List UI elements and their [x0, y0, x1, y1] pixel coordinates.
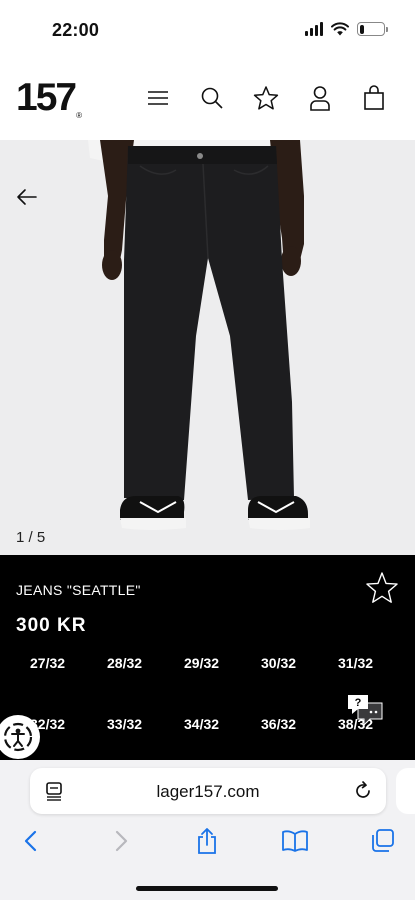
- size-option[interactable]: 30/32: [261, 655, 296, 671]
- accessibility-icon[interactable]: [0, 715, 40, 759]
- product-name: JEANS "SEATTLE": [16, 582, 141, 598]
- star-icon[interactable]: [252, 84, 280, 112]
- size-option[interactable]: 31/32: [338, 655, 373, 671]
- search-icon[interactable]: [198, 84, 226, 112]
- arrow-left-icon[interactable]: [14, 184, 40, 210]
- product-image-gallery[interactable]: 1 / 5: [0, 140, 415, 555]
- size-option[interactable]: 27/32: [30, 655, 65, 671]
- address-bar[interactable]: lager157.com: [30, 768, 386, 814]
- safari-toolbar: [0, 824, 415, 864]
- chat-help-icon[interactable]: ?: [346, 693, 384, 727]
- header-icons: [144, 84, 388, 112]
- tabs-icon[interactable]: [368, 826, 398, 856]
- size-option[interactable]: 28/32: [107, 655, 142, 671]
- size-option[interactable]: 33/32: [107, 716, 142, 732]
- status-icons: [305, 22, 388, 36]
- svg-text:?: ?: [355, 697, 362, 709]
- status-time: 22:00: [52, 20, 100, 40]
- product-info-panel: JEANS "SEATTLE" 300 KR 27/32 28/32 29/32…: [0, 555, 415, 760]
- brand-logo[interactable]: 157®: [16, 76, 82, 120]
- next-tab-preview[interactable]: [396, 768, 415, 814]
- site-header: 157®: [0, 62, 415, 140]
- size-option[interactable]: 36/32: [261, 716, 296, 732]
- user-icon[interactable]: [306, 84, 334, 112]
- size-option[interactable]: 29/32: [184, 655, 219, 671]
- battery-icon: [357, 22, 388, 36]
- home-indicator: [136, 886, 278, 891]
- image-counter: 1 / 5: [16, 529, 46, 546]
- size-option[interactable]: 34/32: [184, 716, 219, 732]
- star-outline-icon[interactable]: [365, 571, 399, 605]
- url-text: lager157.com: [156, 782, 260, 801]
- status-bar: 22:00: [0, 0, 415, 62]
- browser-toolbar: lager157.com: [0, 760, 415, 900]
- signal-icon: [305, 22, 323, 36]
- reload-icon[interactable]: [352, 780, 374, 802]
- share-icon[interactable]: [192, 826, 222, 856]
- product-price: 300 KR: [16, 615, 87, 636]
- bookmarks-icon[interactable]: [280, 826, 310, 856]
- bag-icon[interactable]: [360, 84, 388, 112]
- product-photo: [88, 140, 310, 530]
- back-icon[interactable]: [16, 826, 46, 856]
- menu-icon[interactable]: [144, 84, 172, 112]
- forward-icon[interactable]: [106, 826, 136, 856]
- wifi-icon: [331, 22, 349, 36]
